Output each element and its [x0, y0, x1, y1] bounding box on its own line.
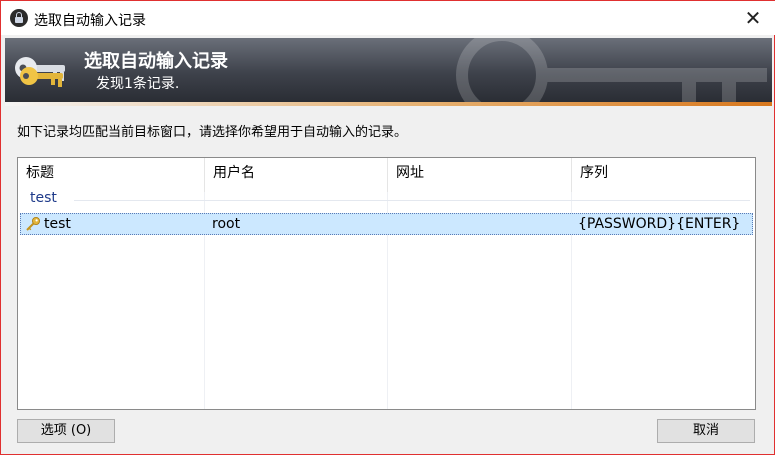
instruction-text: 如下记录均匹配当前目标窗口，请选择你希望用于自动输入的记录。	[17, 125, 408, 140]
table-row[interactable]: test root {PASSWORD}{ENTER}	[20, 213, 753, 235]
column-header-url[interactable]: 网址	[388, 158, 572, 192]
cancel-button[interactable]: 取消	[657, 419, 755, 443]
banner-subtitle: 发现1条记录.	[96, 76, 180, 92]
lock-icon	[10, 9, 28, 27]
cell-title: test	[44, 216, 71, 232]
banner-accent-divider	[5, 102, 772, 106]
banner-title: 选取自动输入记录	[84, 51, 228, 72]
column-header-title[interactable]: 标题	[18, 158, 205, 192]
title-bar: 选取自动输入记录 ✕	[1, 1, 776, 35]
column-header-username[interactable]: 用户名	[205, 158, 388, 192]
group-divider	[74, 200, 750, 201]
window-title: 选取自动输入记录	[34, 13, 146, 29]
group-header[interactable]: test	[30, 190, 57, 206]
header-banner: 选取自动输入记录 发现1条记录.	[5, 38, 772, 102]
keys-icon	[15, 57, 65, 87]
cell-sequence: {PASSWORD}{ENTER}	[578, 216, 741, 232]
banner-decoration-icon	[456, 38, 767, 102]
close-button[interactable]: ✕	[730, 1, 776, 35]
cell-username: root	[212, 216, 241, 232]
entries-list[interactable]: 标题 用户名 网址 序列 test test root {PASSWORD}{E…	[17, 157, 756, 410]
autotype-dialog: 选取自动输入记录 ✕ 选取自动输入记录 发现1条记录. 如下记录均匹配当前目标窗…	[0, 0, 776, 455]
options-button[interactable]: 选项 (O)	[17, 419, 115, 443]
key-icon	[26, 217, 40, 231]
column-header-sequence[interactable]: 序列	[572, 158, 755, 192]
